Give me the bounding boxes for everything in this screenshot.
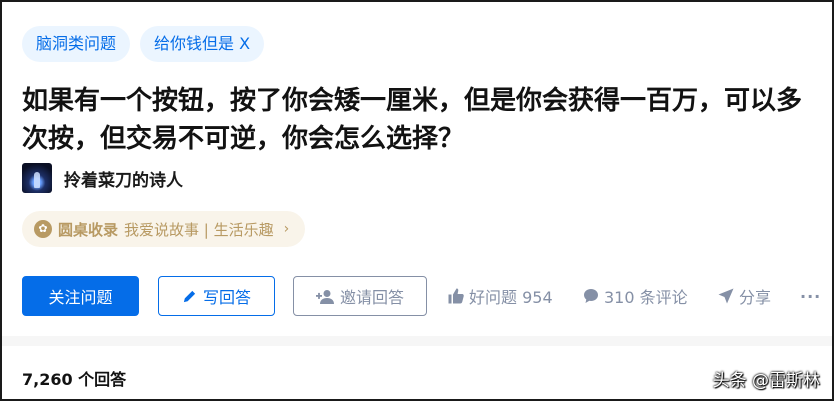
share-button[interactable]: 分享 — [718, 276, 771, 316]
more-options-button[interactable]: ··· — [800, 276, 821, 316]
comment-bubble-icon — [583, 288, 599, 304]
follow-question-button[interactable]: 关注问题 — [22, 276, 139, 316]
roundtable-collection[interactable]: ✿ 圆桌收录 我爱说故事 | 生活乐趣 › — [22, 211, 306, 247]
avatar[interactable] — [22, 163, 52, 193]
question-actions: 关注问题 写回答 邀请回答 好问题 954 310 条评论 分享 ··· — [22, 276, 822, 318]
roundtable-topics: 我爱说故事 | 生活乐趣 — [124, 220, 274, 239]
write-answer-button[interactable]: 写回答 — [158, 276, 275, 316]
roundtable-icon: ✿ — [34, 220, 52, 238]
author-name[interactable]: 拎着菜刀的诗人 — [64, 166, 183, 191]
roundtable-label: 圆桌收录 — [58, 220, 119, 239]
section-divider — [2, 336, 832, 346]
invite-answer-label: 邀请回答 — [339, 288, 404, 307]
topic-tag[interactable]: 脑洞类问题 — [22, 26, 131, 62]
question-card: 脑洞类问题 给你钱但是 X 如果有一个按钮，按了你会矮一厘米，但是你会获得一百万… — [2, 2, 832, 336]
share-label: 分享 — [739, 288, 772, 307]
write-answer-label: 写回答 — [202, 288, 251, 307]
question-title[interactable]: 如果有一个按钮，按了你会矮一厘米，但是你会获得一百万，可以多次按，但交易不可逆，… — [22, 82, 822, 158]
comments-count: 310 条评论 — [604, 288, 688, 307]
invite-answer-button[interactable]: 邀请回答 — [293, 276, 427, 316]
chevron-right-icon: › — [283, 221, 290, 237]
more-dots-icon: ··· — [800, 286, 822, 306]
paper-plane-icon — [718, 288, 734, 304]
pencil-icon — [182, 289, 197, 304]
topic-tag[interactable]: 给你钱但是 X — [140, 26, 265, 62]
watermark: 头条 @雷斯林 — [712, 371, 820, 391]
thumbs-up-icon — [448, 288, 464, 304]
follow-question-label: 关注问题 — [48, 288, 113, 307]
good-question-count: 好问题 954 — [469, 288, 553, 307]
good-question-button[interactable]: 好问题 954 — [448, 276, 553, 316]
add-user-icon — [315, 289, 334, 304]
answers-count: 7,260 个回答 — [22, 370, 127, 389]
topic-tags: 脑洞类问题 给你钱但是 X — [22, 26, 265, 62]
comments-button[interactable]: 310 条评论 — [583, 276, 688, 316]
question-author[interactable]: 拎着菜刀的诗人 — [22, 163, 183, 193]
